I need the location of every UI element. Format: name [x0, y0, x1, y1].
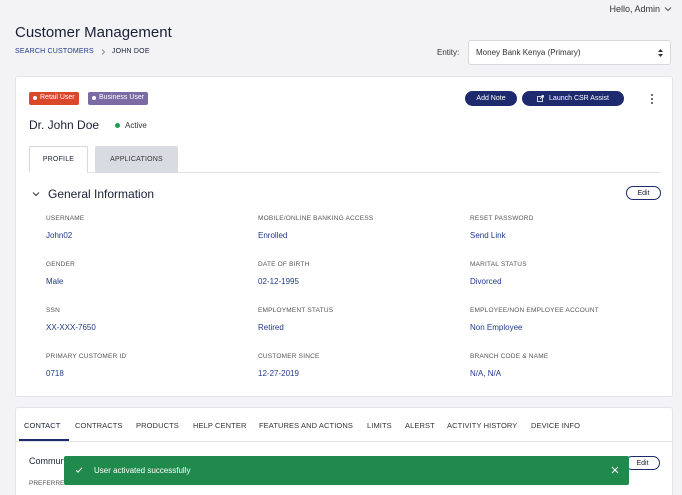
launch-csr-assist-label: Launch CSR Assist [549, 95, 609, 102]
entity-label: Entity: [437, 48, 460, 57]
tab-limits[interactable]: LIMITS [367, 421, 392, 430]
more-options-icon[interactable] [648, 92, 656, 106]
field-value-customer-id: 0718 [46, 369, 64, 378]
field-value-banking-access: Enrolled [258, 231, 288, 240]
breadcrumb: SEARCH CUSTOMERS JOHN DOE [15, 48, 150, 55]
customer-name: Dr. John Doe [29, 118, 100, 132]
breadcrumb-current: JOHN DOE [111, 48, 150, 55]
tab-device-info[interactable]: DEVICE INFO [531, 421, 580, 430]
tab-contact[interactable]: CONTACT [24, 421, 60, 430]
toast-message: User activated successfully [94, 466, 191, 475]
field-value-dob: 02-12-1995 [258, 277, 299, 286]
tab-contracts[interactable]: CONTRACTS [75, 421, 123, 430]
field-label-employee-account: EMPLOYEE/NON EMPLOYEE ACCOUNT [470, 307, 599, 314]
badge-dot [33, 96, 37, 100]
field-label-ssn: SSN [46, 307, 60, 314]
select-arrows-icon [658, 49, 663, 57]
field-value-employment: Retired [258, 323, 284, 332]
field-label-banking-access: MOBILE/ONLINE BANKING ACCESS [258, 215, 374, 222]
field-label-dob: DATE OF BIRTH [258, 261, 310, 268]
field-label-username: USERNAME [46, 215, 85, 222]
send-link-link[interactable]: Send Link [470, 231, 506, 240]
entity-value: Money Bank Kenya (Primary) [476, 48, 581, 57]
user-menu[interactable]: Hello, Admin [609, 4, 672, 14]
customer-profile-card: Retail User Business User Add Note Launc… [15, 76, 673, 397]
edit-general-button[interactable]: Edit [626, 186, 661, 200]
check-icon [75, 467, 83, 473]
general-information-header[interactable]: General Information [32, 187, 154, 201]
field-value-gender: Male [46, 277, 64, 286]
badge-business-label: Business User [99, 94, 145, 101]
field-value-employee-account: Non Employee [470, 323, 523, 332]
field-label-customer-id: PRIMARY CUSTOMER ID [46, 353, 127, 360]
status-indicator: Active [115, 121, 147, 130]
field-value-customer-since: 12-27-2019 [258, 369, 299, 378]
top-bar: Hello, Admin [0, 0, 682, 20]
field-value-marital: Divorced [470, 277, 502, 286]
add-note-button[interactable]: Add Note [465, 91, 517, 106]
tab-alerts[interactable]: ALERST [405, 421, 435, 430]
status-text: Active [125, 121, 147, 130]
close-icon[interactable] [611, 466, 619, 474]
edit-contact-button[interactable]: Edit [625, 456, 660, 470]
profile-tab-bar: PROFILE APPLICATIONS [29, 146, 661, 173]
tab-features-and-actions[interactable]: FEATURES AND ACTIONS [259, 421, 353, 430]
communication-section-title: Commun [29, 456, 66, 466]
external-launch-icon [537, 95, 544, 102]
badge-retail-user: Retail User [29, 92, 79, 105]
chevron-down-icon [664, 7, 672, 12]
greeting-text: Hello, Admin [609, 4, 660, 14]
field-label-marital: MARITAL STATUS [470, 261, 527, 268]
tab-help-center[interactable]: HELP CENTER [193, 421, 246, 430]
launch-csr-assist-button[interactable]: Launch CSR Assist [522, 91, 624, 106]
field-label-customer-since: CUSTOMER SINCE [258, 353, 320, 360]
tab-products[interactable]: PRODUCTS [136, 421, 179, 430]
tab-profile[interactable]: PROFILE [29, 146, 88, 173]
status-dot-icon [115, 123, 120, 128]
field-value-ssn: XX-XXX-7650 [46, 323, 96, 332]
field-value-username: John02 [46, 231, 73, 240]
badge-retail-label: Retail User [40, 94, 75, 101]
badge-business-user: Business User [88, 92, 149, 105]
field-value-branch: N/A, N/A [470, 369, 502, 378]
field-label-reset-password: RESET PASSWORD [470, 215, 534, 222]
breadcrumb-search-customers[interactable]: SEARCH CUSTOMERS [15, 48, 94, 55]
field-label-branch: BRANCH CODE & NAME [470, 353, 549, 360]
section-title: General Information [48, 187, 155, 201]
details-tab-bar: CONTACT CONTRACTS PRODUCTS HELP CENTER F… [16, 408, 672, 442]
field-label-employment: EMPLOYMENT STATUS [258, 307, 334, 314]
field-label-gender: GENDER [46, 261, 76, 268]
chevron-right-icon [101, 48, 105, 55]
active-tab-indicator [19, 439, 69, 441]
entity-select[interactable]: Money Bank Kenya (Primary) [468, 40, 671, 65]
page-title: Customer Management [15, 24, 172, 41]
tab-applications[interactable]: APPLICATIONS [95, 146, 178, 173]
success-toast: User activated successfully [64, 456, 629, 485]
chevron-down-icon [32, 192, 40, 197]
tab-activity-history[interactable]: ACTIVITY HISTORY [447, 421, 517, 430]
badge-dot [92, 96, 96, 100]
